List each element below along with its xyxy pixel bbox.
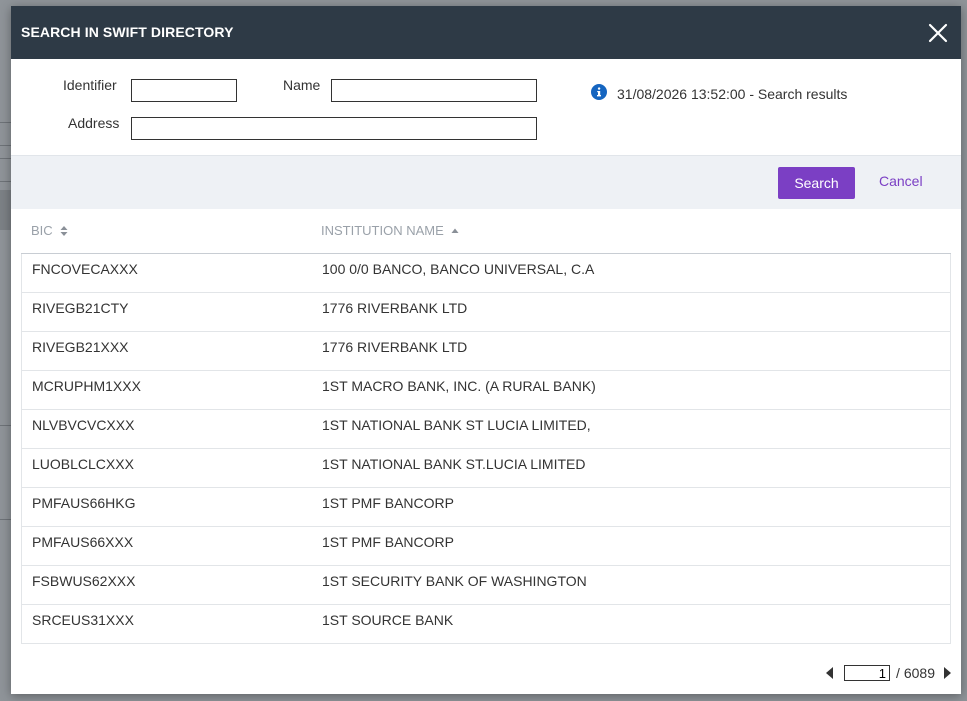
bic-cell: SRCEUS31XXX (32, 612, 134, 628)
name-input[interactable] (331, 79, 537, 102)
previous-page-icon[interactable] (824, 666, 836, 680)
address-input[interactable] (131, 117, 537, 140)
table-header: BIC INSTITUTION NAME (21, 208, 951, 254)
status-text: 31/08/2026 13:52:00 - Search results (617, 85, 848, 102)
dialog-title: SEARCH IN SWIFT DIRECTORY (21, 24, 234, 40)
institution-name-cell: 1ST PMF BANCORP (322, 495, 454, 511)
column-header-label: BIC (31, 223, 53, 238)
table-row[interactable]: RIVEGB21CTY 1776 RIVERBANK LTD (22, 293, 950, 332)
page-number-input[interactable] (843, 665, 890, 681)
table-row[interactable]: NLVBVCVCXXX 1ST NATIONAL BANK ST LUCIA L… (22, 410, 950, 449)
column-header-label: INSTITUTION NAME (321, 223, 444, 238)
bic-cell: PMFAUS66HKG (32, 495, 136, 511)
bic-cell: RIVEGB21XXX (32, 339, 129, 355)
institution-name-cell: 1ST MACRO BANK, INC. (A RURAL BANK) (322, 378, 596, 394)
cancel-button[interactable]: Cancel (879, 173, 923, 189)
table-row[interactable]: MCRUPHM1XXX 1ST MACRO BANK, INC. (A RURA… (22, 371, 950, 410)
bic-cell: LUOBLCLCXXX (32, 456, 134, 472)
institution-name-cell: 1ST PMF BANCORP (322, 534, 454, 550)
institution-name-cell: 1776 RIVERBANK LTD (322, 300, 468, 316)
page-separator: / (895, 665, 900, 681)
search-form: Identifier Name Address 31/08/2026 13:52… (11, 59, 961, 155)
name-label: Name (283, 77, 321, 93)
bic-cell: NLVBVCVCXXX (32, 417, 135, 433)
sort-ascending-icon (451, 228, 459, 233)
identifier-input[interactable] (131, 79, 237, 102)
table-row[interactable]: RIVEGB21XXX 1776 RIVERBANK LTD (22, 332, 950, 371)
results-table: BIC INSTITUTION NAME FNCOVECAXXX 100 0/0… (21, 208, 951, 644)
sort-both-icon (60, 225, 68, 236)
total-pages: 6089 (903, 665, 935, 681)
search-status: 31/08/2026 13:52:00 - Search results (591, 84, 847, 103)
next-page-icon[interactable] (941, 666, 953, 680)
table-row[interactable]: FNCOVECAXXX 100 0/0 BANCO, BANCO UNIVERS… (22, 254, 950, 293)
dialog-header: SEARCH IN SWIFT DIRECTORY (11, 6, 961, 59)
institution-name-cell: 1ST NATIONAL BANK ST LUCIA LIMITED, (322, 417, 591, 433)
column-header-institution-name[interactable]: INSTITUTION NAME (321, 223, 459, 238)
institution-name-cell: 100 0/0 BANCO, BANCO UNIVERSAL, C.A (322, 261, 595, 277)
table-row[interactable]: SRCEUS31XXX 1ST SOURCE BANK (22, 605, 950, 644)
table-row[interactable]: PMFAUS66HKG 1ST PMF BANCORP (22, 488, 950, 527)
address-label: Address (68, 115, 120, 131)
info-icon (591, 84, 607, 103)
bic-cell: FNCOVECAXXX (32, 261, 138, 277)
bic-cell: FSBWUS62XXX (32, 573, 136, 589)
action-bar: Search Cancel (11, 155, 961, 209)
identifier-label: Identifier (63, 77, 117, 93)
swift-directory-dialog: SEARCH IN SWIFT DIRECTORY Identifier Nam… (11, 6, 961, 694)
bic-cell: MCRUPHM1XXX (32, 378, 141, 394)
search-button[interactable]: Search (778, 167, 855, 199)
table-row[interactable]: LUOBLCLCXXX 1ST NATIONAL BANK ST.LUCIA L… (22, 449, 950, 488)
institution-name-cell: 1ST SOURCE BANK (322, 612, 454, 628)
bic-cell: PMFAUS66XXX (32, 534, 134, 550)
close-icon[interactable] (927, 22, 949, 44)
institution-name-cell: 1776 RIVERBANK LTD (322, 339, 468, 355)
table-row[interactable]: PMFAUS66XXX 1ST PMF BANCORP (22, 527, 950, 566)
institution-name-cell: 1ST NATIONAL BANK ST.LUCIA LIMITED (322, 456, 586, 472)
pagination: / 6089 (824, 665, 953, 681)
table-row[interactable]: FSBWUS62XXX 1ST SECURITY BANK OF WASHING… (22, 566, 950, 605)
institution-name-cell: 1ST SECURITY BANK OF WASHINGTON (322, 573, 587, 589)
table-body: FNCOVECAXXX 100 0/0 BANCO, BANCO UNIVERS… (21, 254, 951, 644)
column-header-bic[interactable]: BIC (31, 223, 68, 238)
bic-cell: RIVEGB21CTY (32, 300, 129, 316)
